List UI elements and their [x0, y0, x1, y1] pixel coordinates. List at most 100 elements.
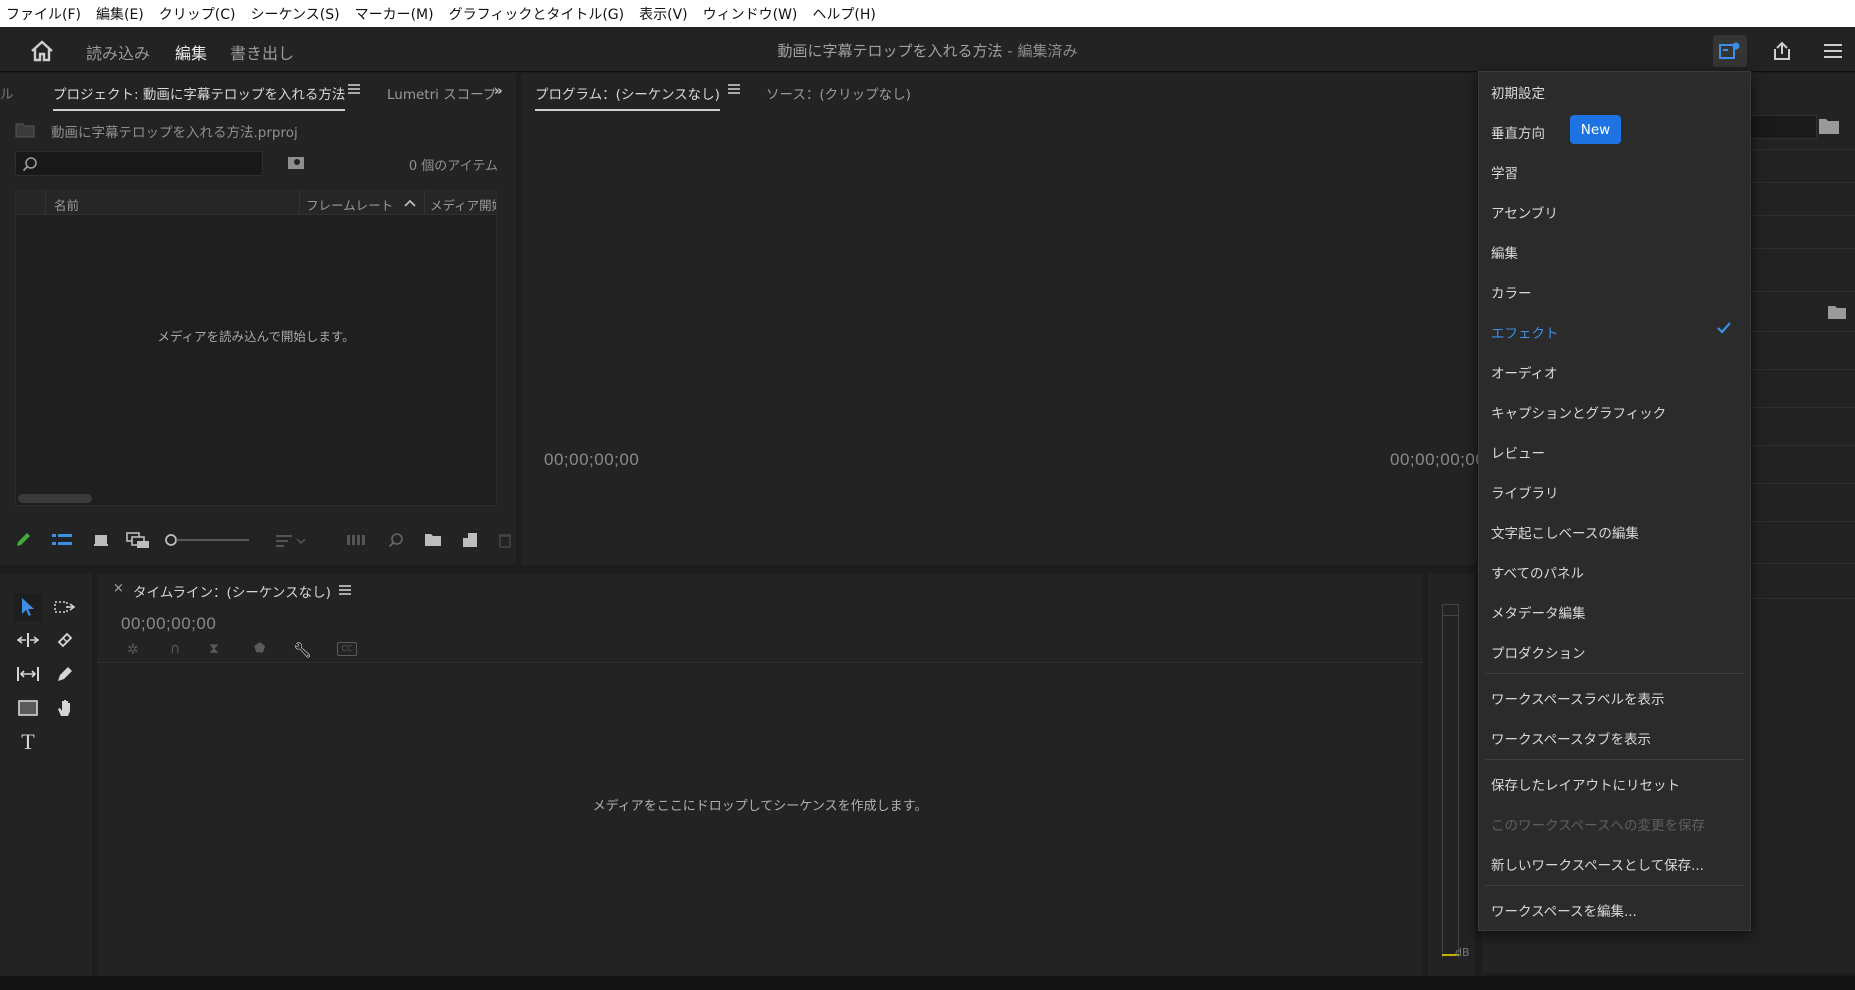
linked-selection-icon[interactable]: ∩ [170, 641, 180, 657]
search-icon [22, 157, 37, 172]
captions-icon[interactable]: CC [337, 642, 357, 656]
tools-panel: T [0, 574, 92, 976]
share-icon[interactable] [1765, 35, 1799, 67]
timeline-track-area[interactable]: メディアをここにドロップしてシーケンスを作成します。 [97, 662, 1423, 962]
tab-source[interactable]: ソース：(クリップなし) [766, 83, 911, 103]
menu-separator [1485, 885, 1744, 886]
snap-icon[interactable]: ✲ [127, 642, 139, 658]
save-as-new-workspace[interactable]: 新しいワークスペースとして保存... [1491, 854, 1704, 874]
slip-tool-icon[interactable] [14, 660, 42, 688]
timeline-menu-icon[interactable] [339, 585, 351, 595]
menu-edit[interactable]: 編集(E) [96, 4, 144, 24]
type-tool-icon[interactable]: T [14, 728, 42, 756]
rectangle-tool-icon[interactable] [14, 694, 42, 722]
program-current-timecode[interactable]: 00;00;00;00 [544, 450, 639, 470]
save-workspace-changes: このワークスペースへの変更を保存 [1491, 818, 1705, 834]
selection-tool-icon[interactable] [14, 593, 42, 621]
insert-sequence-icon[interactable]: ⧗ [209, 641, 219, 657]
project-name: 動画に字幕テロップを入れる方法 [777, 42, 1003, 60]
header-bar: 読み込み 編集 書き出し 動画に字幕テロップを入れる方法 - 編集済み [0, 27, 1855, 76]
workspace-assembly[interactable]: アセンブリ [1491, 202, 1558, 222]
workspace-production[interactable]: プロダクション [1491, 642, 1586, 662]
workspace-all-panels[interactable]: すべてのパネル [1491, 562, 1584, 582]
workspaces-icon[interactable] [1713, 35, 1747, 67]
menu-sequence[interactable]: シーケンス(S) [250, 4, 339, 24]
show-workspace-labels[interactable]: ワークスペースラベルを表示 [1491, 688, 1664, 708]
list-view-icon[interactable] [51, 532, 73, 548]
column-name[interactable]: 名前 [54, 195, 79, 214]
edit-status: - 編集済み [1007, 42, 1078, 60]
more-tabs-icon[interactable]: » [494, 83, 503, 99]
menu-bar: ファイル(F) 編集(E) クリップ(C) シーケンス(S) マーカー(M) グ… [0, 0, 1855, 27]
workspace-editing[interactable]: 編集 [1491, 242, 1518, 262]
close-timeline-icon[interactable]: × [113, 581, 124, 596]
workspace-effects[interactable]: エフェクト [1491, 322, 1559, 342]
menu-help[interactable]: ヘルプ(H) [812, 4, 875, 24]
workspace-metadata[interactable]: メタデータ編集 [1491, 602, 1586, 622]
menu-graphics[interactable]: グラフィックとタイトル(G) [449, 4, 625, 24]
horizontal-scrollbar[interactable] [18, 494, 92, 503]
menu-file[interactable]: ファイル(F) [6, 4, 81, 24]
automate-to-sequence-icon[interactable] [346, 533, 366, 547]
workspace-vertical[interactable]: 垂直方向 [1491, 122, 1545, 142]
tab-project[interactable]: プロジェクト: 動画に字幕テロップを入れる方法 [53, 83, 346, 111]
tab-lumetri-scopes[interactable]: Lumetri スコープ [387, 83, 496, 103]
workspaces-menu: 初期設定 垂直方向 New 学習 アセンブリ 編集 カラー エフェクト オーディ… [1478, 71, 1751, 931]
ripple-edit-tool-icon[interactable] [14, 626, 42, 654]
list-header: 名前 フレームレート メディア開始 [16, 191, 496, 215]
freeform-view-icon[interactable] [126, 531, 150, 549]
add-marker-timeline-icon[interactable]: ⬟ [254, 641, 265, 656]
icon-view-icon[interactable] [93, 533, 109, 547]
program-tabbar: プログラム：(シーケンスなし) ソース：(クリップなし) [521, 73, 1477, 111]
column-media-start[interactable]: メディア開始 [430, 195, 496, 214]
show-workspace-tabs[interactable]: ワークスペースタブを表示 [1491, 728, 1651, 748]
program-menu-icon[interactable] [728, 84, 740, 94]
menu-view[interactable]: 表示(V) [639, 4, 688, 24]
timeline-timecode[interactable]: 00;00;00;00 [121, 614, 216, 634]
edit-workspaces[interactable]: ワークスペースを編集... [1491, 900, 1637, 920]
hand-tool-icon[interactable] [51, 694, 79, 722]
checkmark-icon [1717, 322, 1731, 334]
razor-tool-icon[interactable] [51, 626, 79, 654]
empty-project-message: メディアを読み込んで開始します。 [157, 329, 355, 344]
project-search-input[interactable] [15, 151, 263, 176]
project-item-list[interactable]: 名前 フレームレート メディア開始 メディアを読み込んで開始します。 [15, 190, 497, 506]
trash-icon[interactable] [498, 532, 512, 548]
pencil-icon[interactable] [14, 531, 32, 549]
tab-program[interactable]: プログラム：(シーケンスなし) [535, 83, 720, 111]
workspace-text-based-editing[interactable]: 文字起こしベースの編集 [1491, 522, 1639, 542]
workspace-default[interactable]: 初期設定 [1491, 82, 1545, 102]
meter-unit: dB [1455, 946, 1470, 959]
workspace-review[interactable]: レビュー [1491, 442, 1545, 462]
pen-tool-icon[interactable] [51, 660, 79, 688]
wrench-icon[interactable]: 🔧︎ [293, 641, 312, 659]
find-icon[interactable] [287, 155, 305, 171]
workspace-libraries[interactable]: ライブラリ [1491, 482, 1559, 502]
workspace-learning[interactable]: 学習 [1491, 162, 1518, 182]
track-select-tool-icon[interactable] [51, 593, 79, 621]
zoom-slider[interactable] [165, 532, 251, 548]
workspace-audio[interactable]: オーディオ [1491, 362, 1558, 382]
new-bin-icon[interactable] [424, 533, 442, 547]
tab-timeline[interactable]: タイムライン：(シーケンスなし) [133, 581, 331, 601]
reset-to-saved-layout[interactable]: 保存したレイアウトにリセット [1491, 774, 1680, 794]
column-framerate[interactable]: フレームレート [306, 195, 393, 214]
project-tabbar: ル プロジェクト: 動画に字幕テロップを入れる方法 Lumetri スコープ » [0, 73, 516, 111]
workspace-captions-graphics[interactable]: キャプションとグラフィック [1491, 402, 1666, 422]
new-item-icon[interactable] [462, 532, 478, 548]
quick-export-icon[interactable] [1816, 35, 1850, 67]
new-folder-icon[interactable] [1818, 116, 1840, 136]
sort-icon[interactable] [275, 533, 307, 549]
menu-window[interactable]: ウィンドウ(W) [703, 4, 798, 24]
workspace-color[interactable]: カラー [1491, 282, 1532, 302]
menu-marker[interactable]: マーカー(M) [355, 4, 434, 24]
find-search-icon[interactable] [388, 532, 404, 548]
timeline-panel: × タイムライン：(シーケンスなし) 00;00;00;00 ✲ ∩ ⧗ ⬟ 🔧… [97, 574, 1423, 976]
sort-ascending-icon[interactable] [403, 196, 417, 211]
collapsed-tab[interactable]: ル [0, 83, 14, 103]
project-menu-icon[interactable] [348, 84, 360, 94]
program-monitor-panel: プログラム：(シーケンスなし) ソース：(クリップなし) 00;00;00;00… [521, 73, 1485, 623]
new-badge: New [1570, 115, 1621, 144]
folder-icon[interactable] [1827, 304, 1847, 320]
menu-clip[interactable]: クリップ(C) [159, 4, 236, 24]
